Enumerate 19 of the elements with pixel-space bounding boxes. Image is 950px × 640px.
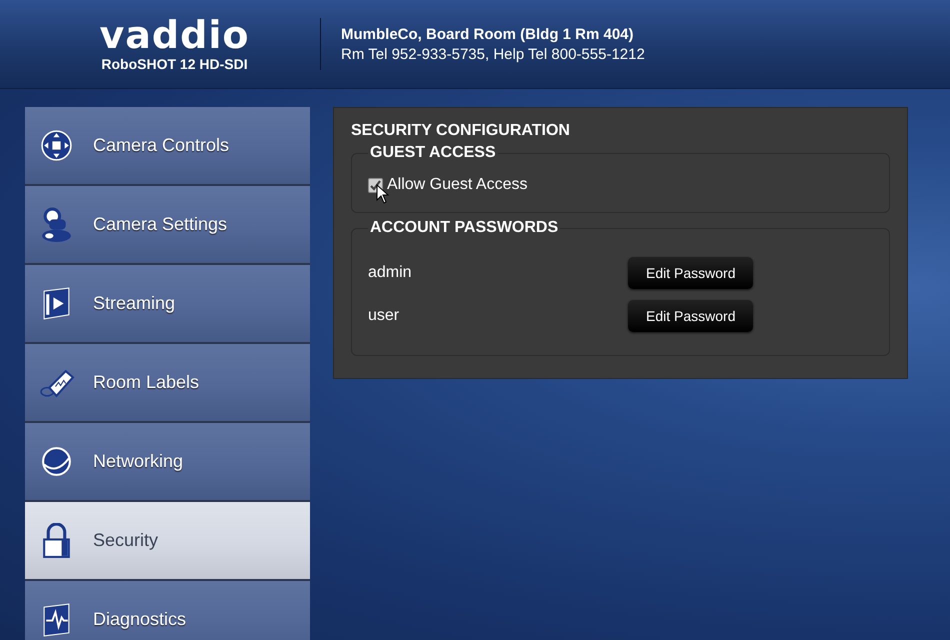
sidebar-item[interactable]: Camera Controls (25, 107, 310, 185)
checkbox-label: Allow Guest Access (387, 176, 528, 194)
account-name: admin (368, 264, 413, 282)
phone-numbers: Rm Tel 952-933-5735, Help Tel 800-555-1212 (341, 46, 645, 62)
sidebar-item[interactable]: Streaming (25, 265, 310, 343)
edit-password-button[interactable]: Edit Password (628, 300, 754, 332)
sidebar-item[interactable]: Security (25, 502, 310, 580)
room-location: MumbleCo, Board Room (Bldg 1 Rm 404) (341, 26, 635, 42)
product-name: RoboSHOT 12 HD-SDI (101, 56, 248, 72)
sidebar-item[interactable]: Diagnostics (25, 581, 310, 640)
account-name: user (368, 306, 400, 324)
sidebar-item[interactable]: Room Labels (25, 344, 310, 422)
sidebar-item[interactable]: Camera Settings (25, 186, 310, 264)
edit-password-button[interactable]: Edit Password (628, 256, 754, 288)
logo: vaddio (100, 16, 250, 54)
group-legend: ACCOUNT PASSWORDS (368, 219, 560, 237)
panel-title: SECURITY CONFIGURATION (351, 122, 571, 140)
sidebar-item[interactable]: Networking (25, 423, 310, 501)
group-legend: GUEST ACCESS (368, 144, 498, 162)
